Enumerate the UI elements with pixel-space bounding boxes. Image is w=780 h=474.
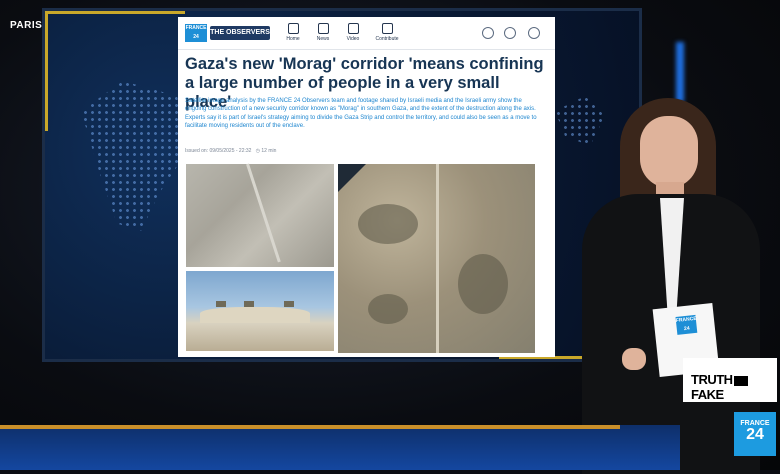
channel-logo-line2: 24 [746, 426, 764, 443]
nav-video[interactable]: Video [340, 23, 366, 42]
nav-news[interactable]: News [310, 23, 336, 42]
sand-berm [200, 307, 310, 323]
article-summary: Satellite image analysis by the FRANCE 2… [185, 98, 537, 130]
presenter-hand [622, 348, 646, 370]
segment-badge: TRUTHFAKE [683, 358, 777, 402]
satellite-image-small [186, 163, 334, 267]
image-road [436, 164, 439, 353]
observers-logo[interactable]: THE OBSERVERS [210, 26, 270, 40]
frame-accent-left [45, 11, 48, 131]
studio-floor-line [0, 425, 620, 429]
segment-separator [733, 375, 748, 386]
france24-logo[interactable]: FRANCE 24 [185, 24, 207, 42]
location-label: PARIS [10, 20, 43, 31]
nav-contribute[interactable]: Contribute [374, 23, 400, 42]
segment-title: TRUTHFAKE [691, 372, 777, 402]
site-header: FRANCE 24 THE OBSERVERS Home News Video … [178, 17, 555, 50]
observers-logo-text: THE OBSERVERS [210, 29, 270, 36]
nav-video-label: Video [346, 36, 360, 42]
video-icon [347, 23, 359, 34]
truck [284, 301, 294, 307]
excavator-1 [216, 301, 226, 307]
satellite-image-large [338, 164, 535, 353]
article-read-time: 12 min [261, 148, 277, 154]
construction-photo [186, 271, 334, 351]
trend-icon[interactable] [482, 27, 494, 39]
article-date: Issued on: 09/05/2025 - 22:32 [185, 148, 252, 154]
menu-icon[interactable] [528, 27, 540, 39]
terrain-patch [458, 254, 508, 314]
excavator-2 [244, 301, 254, 307]
nav-home-label: Home [286, 36, 300, 42]
channel-logo: FRANCE 24 [734, 412, 776, 456]
news-icon [317, 23, 329, 34]
nav-news-label: News [316, 36, 330, 42]
image-trail [246, 163, 281, 263]
frame-accent-top [45, 11, 185, 14]
nav-home[interactable]: Home [280, 23, 306, 42]
nav-contribute-label: Contribute [375, 36, 399, 42]
terrain-patch [358, 204, 418, 244]
contribute-icon [381, 23, 393, 34]
article-webpage: FRANCE 24 THE OBSERVERS Home News Video … [178, 17, 555, 357]
settings-icon[interactable] [504, 27, 516, 39]
terrain-patch [368, 294, 408, 324]
article-meta: Issued on: 09/05/2025 - 22:32 ◷ 12 min [185, 148, 277, 154]
notes-logo: FRANCE 24 [675, 314, 698, 335]
studio-light [676, 42, 684, 102]
home-icon [287, 23, 299, 34]
image-corner [338, 164, 366, 192]
france24-logo-text: FRANCE 24 [185, 25, 207, 40]
presenter-face [640, 116, 698, 188]
notes-logo-text: FRANCE 24 [675, 315, 697, 333]
segment-left: TRUTH [691, 372, 733, 387]
segment-right: FAKE [691, 387, 724, 402]
studio-floor-bar [0, 425, 680, 470]
